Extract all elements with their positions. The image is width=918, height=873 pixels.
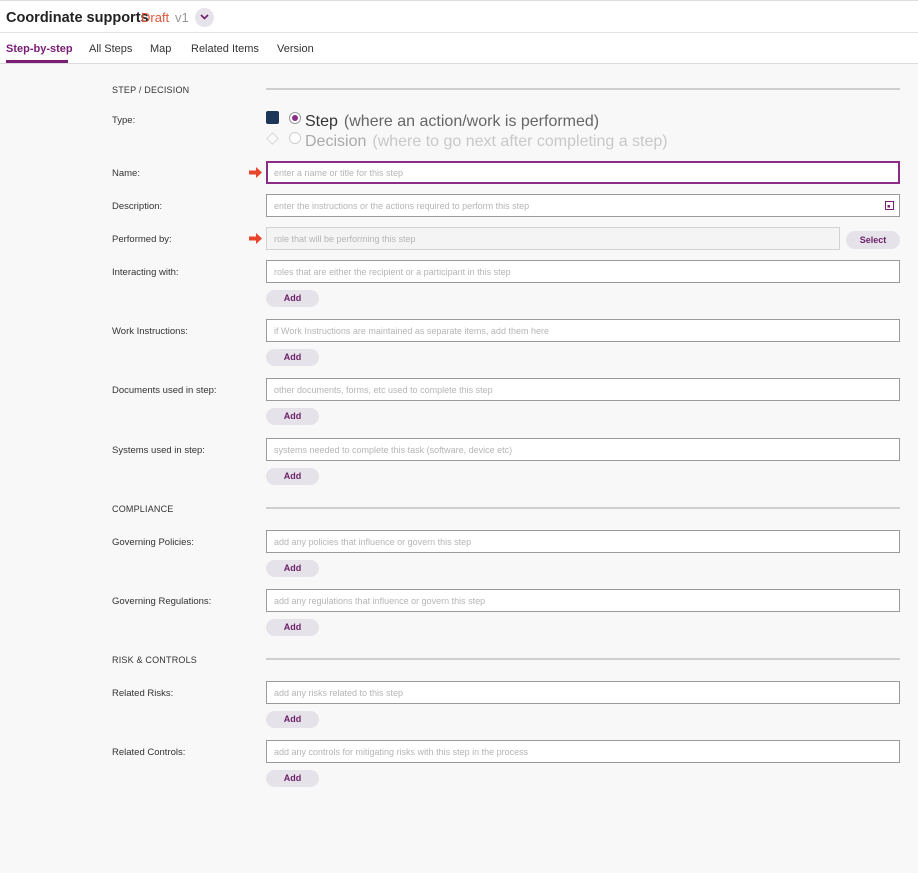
tab-related-items[interactable]: Related Items: [191, 43, 259, 55]
step-option-hint: (where an action/work is performed): [343, 113, 600, 130]
governing-regulations-input[interactable]: add any regulations that influence or go…: [266, 589, 900, 612]
type-label: Type:: [112, 115, 136, 126]
add-policies-button[interactable]: Add: [266, 560, 319, 577]
step-option-label: Step: [305, 113, 338, 130]
description-input[interactable]: enter the instructions or the actions re…: [266, 194, 900, 217]
decision-option-label: Decision: [305, 133, 367, 150]
tab-version[interactable]: Version: [277, 43, 314, 55]
tab-bar: Step-by-step All Steps Map Related Items…: [0, 33, 918, 64]
performed-by-label: Performed by:: [112, 234, 172, 245]
documents-input[interactable]: other documents, forms, etc used to comp…: [266, 378, 900, 401]
section-divider: [266, 658, 900, 660]
work-instructions-label: Work Instructions:: [112, 326, 188, 337]
section-title-step-decision: STEP / DECISION: [112, 85, 190, 95]
arrow-right-icon: [249, 167, 262, 178]
add-work-instructions-button[interactable]: Add: [266, 349, 319, 366]
step-radio[interactable]: [289, 112, 301, 124]
add-documents-button[interactable]: Add: [266, 408, 319, 425]
systems-input[interactable]: systems needed to complete this task (so…: [266, 438, 900, 461]
section-divider: [266, 507, 900, 509]
interacting-with-label: Interacting with:: [112, 267, 179, 278]
decision-radio[interactable]: [289, 132, 301, 144]
description-label: Description:: [112, 201, 163, 212]
select-role-button[interactable]: Select: [846, 231, 900, 249]
add-interacting-button[interactable]: Add: [266, 290, 319, 307]
section-title-compliance: COMPLIANCE: [112, 504, 174, 514]
related-risks-label: Related Risks:: [112, 688, 174, 699]
decision-option-hint: (where to go next after completing a ste…: [372, 133, 668, 150]
add-regulations-button[interactable]: Add: [266, 619, 319, 636]
interacting-with-input[interactable]: roles that are either the recipient or a…: [266, 260, 900, 283]
name-label: Name:: [112, 168, 140, 179]
header-bar: Coordinate supports Draft v1: [0, 0, 918, 33]
governing-policies-label: Governing Policies:: [112, 537, 194, 548]
tab-map[interactable]: Map: [150, 43, 171, 55]
arrow-right-icon: [249, 233, 262, 244]
related-risks-input[interactable]: add any risks related to this step: [266, 681, 900, 704]
work-instructions-input[interactable]: if Work Instructions are maintained as s…: [266, 319, 900, 342]
performed-by-input[interactable]: role that will be performing this step: [266, 227, 840, 250]
page-title: Coordinate supports: [6, 10, 149, 26]
decision-option[interactable]: Decision (where to go next after completi…: [305, 133, 668, 151]
decision-diamond-icon: [266, 132, 279, 145]
systems-label: Systems used in step:: [112, 445, 205, 456]
tab-all-steps[interactable]: All Steps: [89, 43, 132, 55]
add-controls-button[interactable]: Add: [266, 770, 319, 787]
tab-step-by-step[interactable]: Step-by-step: [6, 43, 73, 55]
section-title-risk-controls: RISK & CONTROLS: [112, 655, 198, 665]
section-divider: [266, 88, 900, 90]
related-controls-label: Related Controls:: [112, 747, 186, 758]
related-controls-input[interactable]: add any controls for mitigating risks wi…: [266, 740, 900, 763]
step-square-icon: [266, 111, 279, 124]
expand-icon[interactable]: [885, 201, 894, 210]
step-option[interactable]: Step (where an action/work is performed): [305, 113, 599, 131]
status-badge: Draft: [141, 10, 170, 25]
documents-label: Documents used in step:: [112, 385, 217, 396]
governing-regulations-label: Governing Regulations:: [112, 596, 212, 607]
version-label: v1: [175, 10, 189, 25]
add-risks-button[interactable]: Add: [266, 711, 319, 728]
chevron-down-icon[interactable]: [195, 8, 214, 27]
active-tab-indicator: [6, 60, 68, 63]
name-input[interactable]: enter a name or title for this step: [266, 161, 900, 184]
add-systems-button[interactable]: Add: [266, 468, 319, 485]
governing-policies-input[interactable]: add any policies that influence or gover…: [266, 530, 900, 553]
